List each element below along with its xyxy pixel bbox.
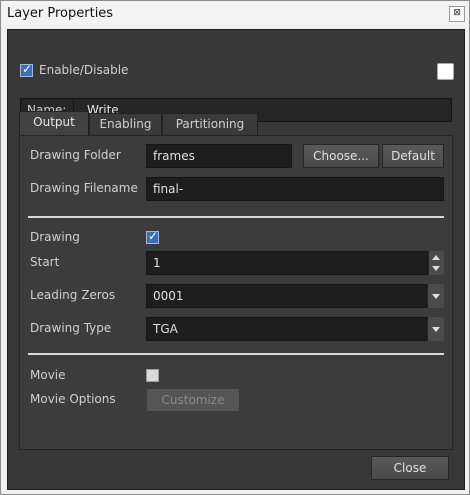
tab-partitioning[interactable]: Partitioning <box>162 113 258 135</box>
movie-label: Movie <box>30 368 66 382</box>
spin-down-icon[interactable] <box>432 266 440 271</box>
close-button[interactable]: Close <box>371 456 449 480</box>
spin-up-icon[interactable] <box>432 255 440 260</box>
tab-output[interactable]: Output <box>19 111 89 135</box>
separator <box>28 353 444 355</box>
drawing-type-select[interactable]: TGA <box>146 317 444 341</box>
movie-options-label: Movie Options <box>30 392 116 406</box>
title-bar: Layer Properties ⊠ <box>1 1 469 27</box>
start-value: 1 <box>153 256 161 270</box>
enable-label: Enable/Disable <box>39 63 129 77</box>
choose-button[interactable]: Choose... <box>303 144 379 168</box>
customize-button[interactable]: Customize <box>146 388 240 412</box>
close-icon[interactable]: ⊠ <box>449 6 465 22</box>
drawing-folder-label: Drawing Folder <box>30 148 121 162</box>
leading-zeros-value: 0001 <box>153 289 184 303</box>
leading-zeros-select[interactable]: 0001 <box>146 284 444 308</box>
drawing-filename-input[interactable]: final- <box>146 177 444 201</box>
chevron-down-icon <box>432 327 440 332</box>
layer-properties-dialog: Layer Properties ⊠ Enable/Disable Name: … <box>0 0 470 495</box>
chevron-down-icon <box>432 294 440 299</box>
start-input[interactable]: 1 <box>146 251 444 275</box>
default-button[interactable]: Default <box>382 144 444 168</box>
layer-color-swatch[interactable] <box>437 63 454 80</box>
tab-enabling[interactable]: Enabling <box>89 113 162 135</box>
drawing-label: Drawing <box>30 230 80 244</box>
output-tab-panel: Drawing Folder frames Choose... Default … <box>19 135 453 450</box>
drawing-type-value: TGA <box>153 322 178 336</box>
drawing-filename-label: Drawing Filename <box>30 181 138 195</box>
separator <box>28 216 444 218</box>
movie-checkbox[interactable] <box>146 369 159 382</box>
start-spinner[interactable] <box>428 251 444 275</box>
drawing-folder-input[interactable]: frames <box>146 144 292 168</box>
start-label: Start <box>30 255 60 269</box>
enable-checkbox[interactable] <box>20 62 33 77</box>
window-title: Layer Properties <box>7 6 114 21</box>
drawing-type-dropdown[interactable] <box>427 317 444 341</box>
leading-zeros-label: Leading Zeros <box>30 288 116 302</box>
leading-zeros-dropdown[interactable] <box>427 284 444 308</box>
drawing-checkbox[interactable] <box>146 229 159 244</box>
drawing-type-label: Drawing Type <box>30 321 112 335</box>
